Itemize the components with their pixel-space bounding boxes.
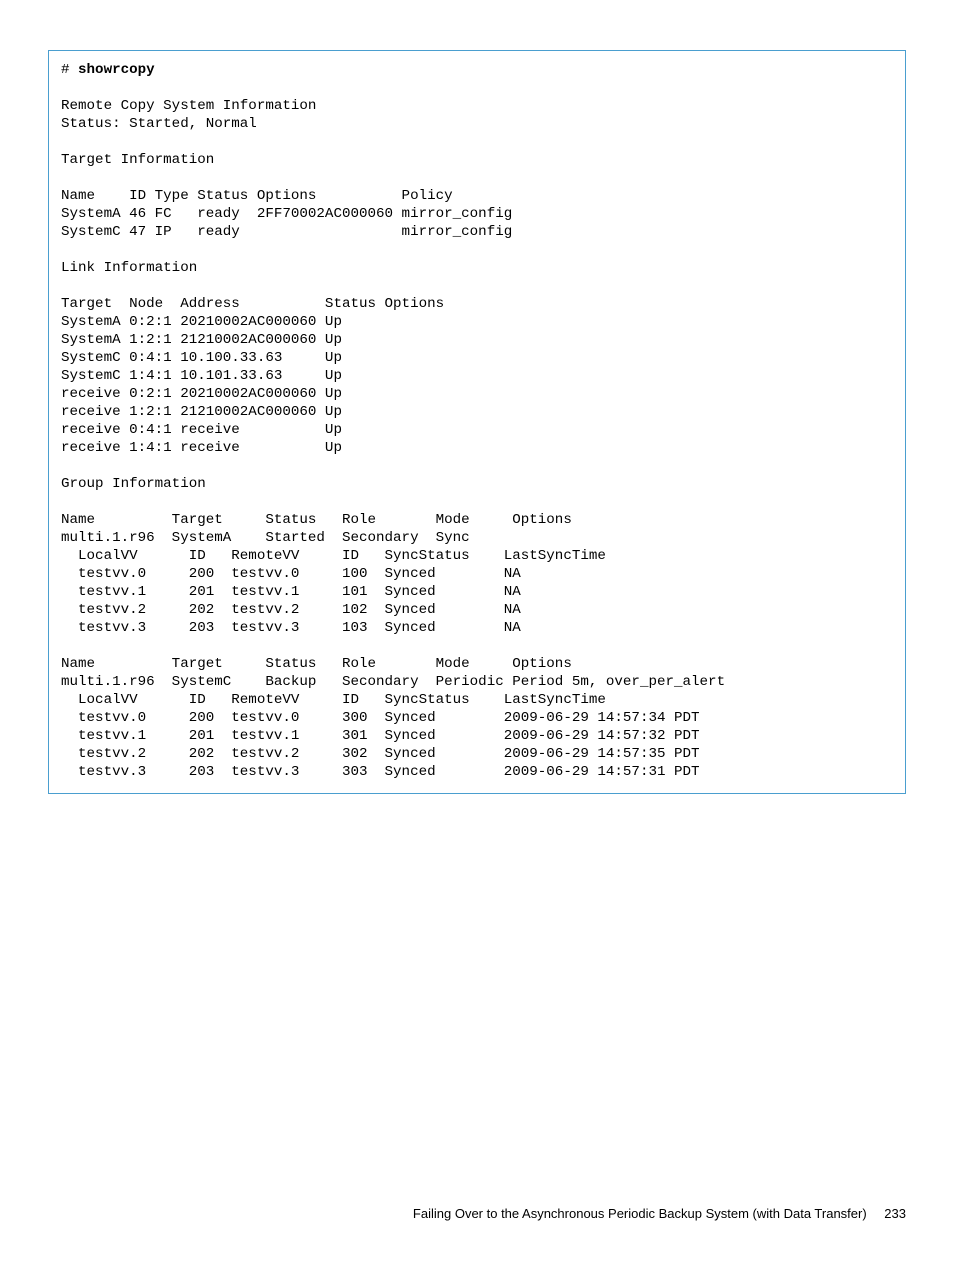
vv-row: testvv.2 202 testvv.2 302 Synced 2009-06… <box>61 746 700 762</box>
link-row: SystemA 0:2:1 20210002AC000060 Up <box>61 314 342 330</box>
link-row: SystemA 1:2:1 21210002AC000060 Up <box>61 332 342 348</box>
target-info-header: Target Information <box>61 152 214 168</box>
link-row: receive 0:2:1 20210002AC000060 Up <box>61 386 342 402</box>
target-row: SystemA 46 FC ready 2FF70002AC000060 mir… <box>61 206 512 222</box>
vv-row: testvv.2 202 testvv.2 102 Synced NA <box>61 602 521 618</box>
sysinfo-header: Remote Copy System Information <box>61 98 316 114</box>
page-number: 233 <box>884 1206 906 1221</box>
page-footer: Failing Over to the Asynchronous Periodi… <box>413 1205 906 1223</box>
target-table-header: Name ID Type Status Options Policy <box>61 188 453 204</box>
group-info-header: Group Information <box>61 476 206 492</box>
vv-header: LocalVV ID RemoteVV ID SyncStatus LastSy… <box>61 548 606 564</box>
footer-text: Failing Over to the Asynchronous Periodi… <box>413 1206 867 1221</box>
link-row: receive 0:4:1 receive Up <box>61 422 342 438</box>
vv-row: testvv.1 201 testvv.1 301 Synced 2009-06… <box>61 728 700 744</box>
vv-header: LocalVV ID RemoteVV ID SyncStatus LastSy… <box>61 692 606 708</box>
link-row: receive 1:2:1 21210002AC000060 Up <box>61 404 342 420</box>
link-info-header: Link Information <box>61 260 197 276</box>
vv-row: testvv.3 203 testvv.3 103 Synced NA <box>61 620 521 636</box>
vv-row: testvv.3 203 testvv.3 303 Synced 2009-06… <box>61 764 700 780</box>
group-summary: multi.1.r96 SystemC Backup Secondary Per… <box>61 674 725 690</box>
link-row: SystemC 0:4:1 10.100.33.63 Up <box>61 350 342 366</box>
terminal-output: # showrcopy Remote Copy System Informati… <box>48 50 906 794</box>
vv-row: testvv.0 200 testvv.0 300 Synced 2009-06… <box>61 710 700 726</box>
vv-row: testvv.1 201 testvv.1 101 Synced NA <box>61 584 521 600</box>
command-name: showrcopy <box>78 62 155 78</box>
link-row: SystemC 1:4:1 10.101.33.63 Up <box>61 368 342 384</box>
link-row: receive 1:4:1 receive Up <box>61 440 342 456</box>
group-header: Name Target Status Role Mode Options <box>61 512 572 528</box>
document-page: # showrcopy Remote Copy System Informati… <box>0 0 954 1271</box>
group-summary: multi.1.r96 SystemA Started Secondary Sy… <box>61 530 470 546</box>
group-header: Name Target Status Role Mode Options <box>61 656 572 672</box>
prompt-hash: # <box>61 62 78 78</box>
vv-row: testvv.0 200 testvv.0 100 Synced NA <box>61 566 521 582</box>
link-table-header: Target Node Address Status Options <box>61 296 444 312</box>
status-line: Status: Started, Normal <box>61 116 257 132</box>
target-row: SystemC 47 IP ready mirror_config <box>61 224 512 240</box>
